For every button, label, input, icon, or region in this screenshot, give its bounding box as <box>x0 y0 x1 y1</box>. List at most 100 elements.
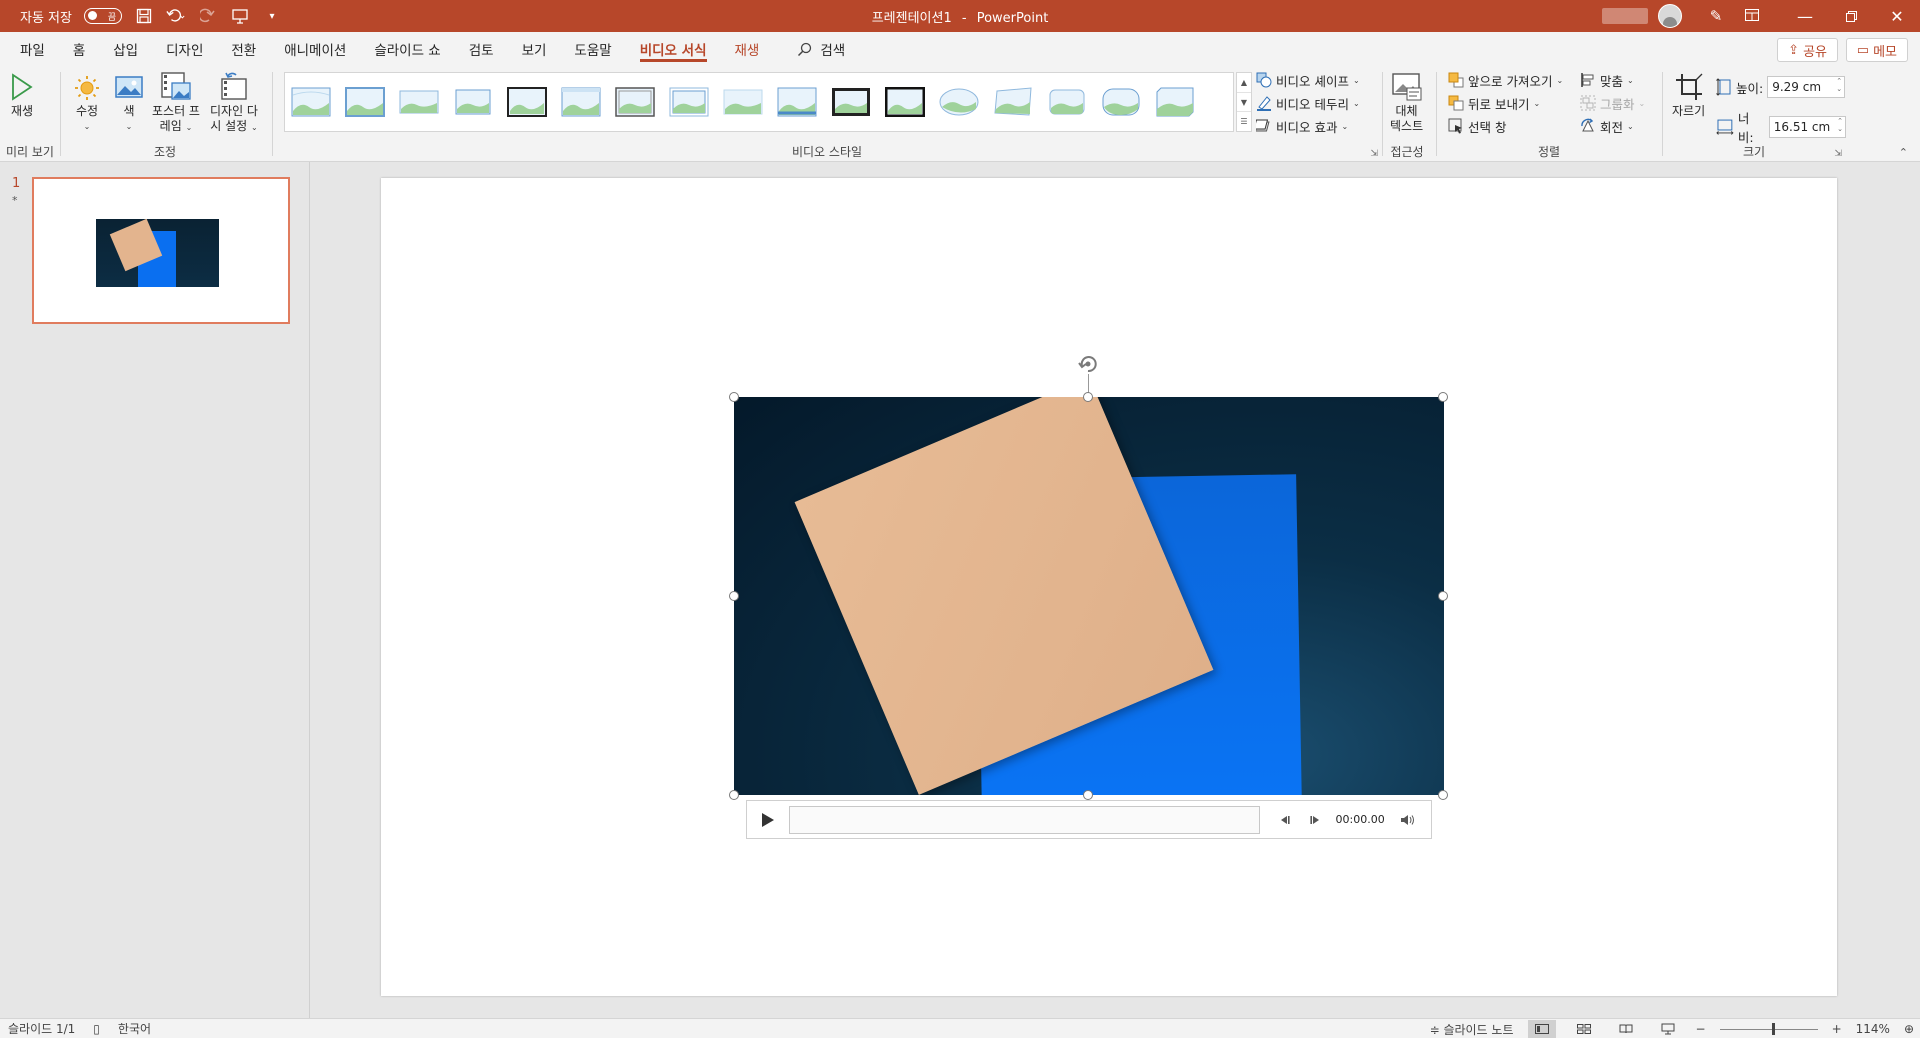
resize-handle-se[interactable] <box>1438 790 1448 800</box>
sun-icon <box>72 70 102 104</box>
slide-thumbnail[interactable] <box>32 177 290 324</box>
minimize-button[interactable]: — <box>1782 0 1828 32</box>
fit-slide-icon[interactable]: ⊕ <box>1904 1022 1914 1036</box>
corrections-button[interactable]: 수정 ⌄ <box>72 70 102 134</box>
avatar[interactable] <box>1658 4 1682 28</box>
tab-review[interactable]: 검토 <box>455 32 508 66</box>
tab-view[interactable]: 보기 <box>508 32 561 66</box>
timeline-bar[interactable] <box>788 805 1260 834</box>
zoom-out-button[interactable]: − <box>1696 1022 1706 1036</box>
zoom-in-button[interactable]: + <box>1832 1022 1842 1036</box>
tab-insert[interactable]: 삽입 <box>99 32 152 66</box>
reset-design-label-2: 시 설정 ⌄ <box>210 119 258 133</box>
play-icon <box>10 70 34 104</box>
play-preview-label: 재생 <box>10 104 34 118</box>
account-name[interactable] <box>1602 8 1648 24</box>
reading-view-icon[interactable] <box>1612 1020 1640 1038</box>
zoom-slider[interactable] <box>1719 1022 1818 1035</box>
zoom-level[interactable]: 114% <box>1856 1022 1890 1036</box>
tab-help[interactable]: 도움말 <box>560 32 625 66</box>
presentation-icon[interactable] <box>230 6 250 26</box>
thumbnail-video-preview <box>96 219 219 287</box>
share-icon: ⇪ <box>1788 42 1800 58</box>
step-back-icon <box>1280 815 1290 824</box>
alt-text-button[interactable]: 대체 텍스트 <box>1390 70 1423 134</box>
collapse-ribbon-icon[interactable]: ⌃ <box>1899 146 1908 159</box>
restore-button[interactable] <box>1828 0 1874 32</box>
video-object[interactable] <box>734 397 1444 795</box>
volume-button[interactable] <box>1393 814 1423 826</box>
tab-video-format[interactable]: 비디오 서식 <box>626 32 721 66</box>
redo-icon[interactable] <box>198 6 218 26</box>
resize-handle-ne[interactable] <box>1438 392 1448 402</box>
reset-design-button[interactable]: 디자인 다 시 설정 ⌄ <box>210 70 258 135</box>
play-button[interactable] <box>755 807 781 833</box>
step-forward-button[interactable] <box>1300 815 1330 825</box>
group-preview: 재생 미리 보기 <box>0 66 60 162</box>
comments-button[interactable]: ▭ 메모 <box>1845 38 1908 62</box>
reset-design-label: 디자인 다 <box>210 104 258 118</box>
resize-handle-sw[interactable] <box>729 790 739 800</box>
color-label: 색 <box>123 104 135 118</box>
rotate-handle-icon[interactable] <box>1076 352 1100 376</box>
status-bar: 슬라이드 1/1 ▯ 한국어 ≑ 슬라이드 노트 − + 114% ⊕ <box>0 1018 1920 1038</box>
ribbon-display-icon[interactable] <box>1734 7 1770 25</box>
pen-icon[interactable]: ✎ <box>1698 7 1734 25</box>
search-box[interactable]: 검색 <box>797 39 845 59</box>
comments-label: 메모 <box>1873 44 1897 60</box>
tab-home[interactable]: 홈 <box>59 32 99 66</box>
resize-handle-n[interactable] <box>1083 392 1093 402</box>
dialog-launcher-icon[interactable]: ⇲ <box>1370 149 1378 159</box>
share-button[interactable]: ⇪ 공유 <box>1777 38 1838 62</box>
resize-handle-s[interactable] <box>1083 790 1093 800</box>
width-icon <box>1716 119 1734 135</box>
tab-design[interactable]: 디자인 <box>152 32 217 66</box>
tab-playback[interactable]: 재생 <box>721 32 774 66</box>
autosave-toggle[interactable]: 끔 <box>83 8 122 24</box>
customize-qat-icon[interactable]: ▾ <box>262 6 282 26</box>
group-label-adjust: 조정 <box>153 145 177 159</box>
poster-frame-button[interactable]: 포스터 프 레임 ⌄ <box>152 70 200 135</box>
tab-transitions[interactable]: 전환 <box>217 32 270 66</box>
height-field: 높이: 9.29 cm <box>1716 76 1846 98</box>
tab-file[interactable]: 파일 <box>6 32 59 66</box>
width-input[interactable]: 16.51 cm <box>1768 116 1846 138</box>
language-indicator[interactable]: 한국어 <box>118 1020 151 1037</box>
step-back-button[interactable] <box>1270 815 1300 825</box>
poster-frame-label-2: 레임 ⌄ <box>159 119 193 133</box>
crop-button[interactable]: 자르기 <box>1672 70 1705 119</box>
resize-handle-e[interactable] <box>1438 591 1448 601</box>
save-icon[interactable] <box>134 6 154 26</box>
reset-design-icon <box>218 70 250 104</box>
notes-label: 슬라이드 노트 <box>1443 1022 1514 1037</box>
group-label-size: 크기 <box>1742 145 1766 159</box>
height-input[interactable]: 9.29 cm <box>1767 76 1846 98</box>
poster-frame-label-line2: 레임 <box>159 119 182 133</box>
playback-time: 00:00.00 <box>1335 813 1385 826</box>
slide-thumbnail-panel: 1 * <box>0 162 310 1018</box>
group-label-accessibility: 접근성 <box>1390 145 1424 159</box>
tab-animations[interactable]: 애니메이션 <box>270 32 360 66</box>
play-preview-button[interactable]: 재생 <box>10 70 34 119</box>
slide-sorter-icon[interactable] <box>1570 1020 1598 1038</box>
slide-animation-marker: * <box>12 194 18 207</box>
close-button[interactable]: ✕ <box>1874 0 1920 32</box>
slide-counter: 슬라이드 1/1 <box>8 1022 76 1036</box>
step-forward-icon <box>1310 815 1319 824</box>
dialog-launcher-icon[interactable]: ⇲ <box>1834 149 1842 159</box>
group-arrange: 정렬 <box>1436 66 1662 162</box>
tab-slideshow[interactable]: 슬라이드 쇼 <box>360 32 454 66</box>
normal-view-icon[interactable] <box>1527 1020 1556 1038</box>
spellcheck-icon[interactable]: ▯ <box>93 1022 100 1036</box>
image-color-icon <box>114 70 144 104</box>
color-button[interactable]: 색 ⌄ <box>114 70 144 134</box>
ribbon-tabs: 파일 홈 삽입 디자인 전환 애니메이션 슬라이드 쇼 검토 보기 도움말 비디… <box>0 32 1920 66</box>
group-label-video-styles: 비디오 스타일 <box>791 145 863 159</box>
undo-icon[interactable] <box>166 6 186 26</box>
resize-handle-w[interactable] <box>729 591 739 601</box>
resize-handle-nw[interactable] <box>729 392 739 402</box>
notes-button[interactable]: ≑ 슬라이드 노트 <box>1430 1021 1514 1038</box>
alt-text-label: 대체 <box>1395 104 1418 118</box>
alt-text-icon <box>1391 70 1423 104</box>
slideshow-view-icon[interactable] <box>1654 1020 1682 1038</box>
